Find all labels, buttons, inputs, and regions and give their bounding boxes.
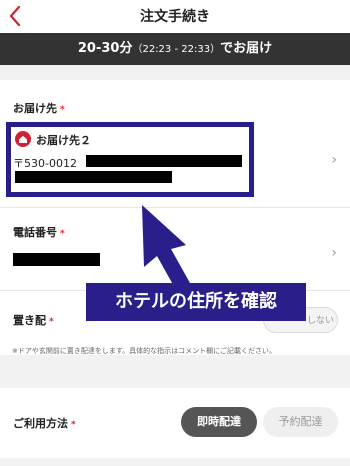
usage-card: ご利用方法 * 即時配達 予約配達 bbox=[0, 388, 350, 458]
placement-toggle-label: しない bbox=[307, 316, 335, 326]
placement-label: 置き配 * bbox=[13, 314, 54, 327]
highlight-box bbox=[6, 122, 254, 197]
immediate-delivery-button[interactable]: 即時配達 bbox=[181, 407, 257, 437]
delivery-time: 20-30分 bbox=[77, 41, 133, 56]
header-bar: 注文手続き bbox=[0, 0, 350, 33]
delivery-time-range: （22:23 - 22:33） bbox=[132, 44, 221, 55]
chevron-right-icon: › bbox=[331, 245, 337, 261]
delivery-address-label: お届け先 * bbox=[13, 102, 65, 115]
placement-note: ※ドアや玄関前に置き配達をします。具体的な指示はコメント欄にご記載ください。 bbox=[12, 347, 277, 355]
redacted-phone-number bbox=[13, 253, 100, 266]
annotation-callout: ホテルの住所を確認 bbox=[86, 283, 306, 321]
delivery-time-banner: 20-30分（22:23 - 22:33）でお届け bbox=[0, 33, 350, 65]
scheduled-delivery-button[interactable]: 予約配達 bbox=[263, 407, 338, 437]
chevron-right-icon: › bbox=[331, 152, 337, 168]
page-title: 注文手続き bbox=[140, 9, 210, 25]
delivery-time-suffix: でお届け bbox=[220, 41, 273, 56]
usage-label: ご利用方法 * bbox=[13, 417, 76, 430]
annotation-arrow-icon bbox=[142, 205, 190, 290]
